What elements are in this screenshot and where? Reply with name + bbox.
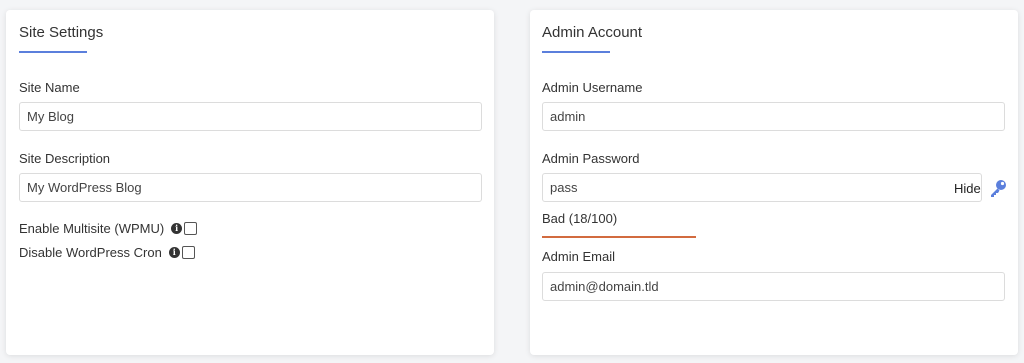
site-name-label: Site Name [19,80,80,95]
enable-multisite-label: Enable Multisite (WPMU) [19,220,165,236]
site-description-input[interactable] [19,173,482,202]
info-icon[interactable]: i [171,222,183,234]
enable-multisite-row: Enable Multisite (WPMU) i [19,220,198,236]
admin-password-label: Admin Password [542,151,640,166]
key-icon[interactable] [988,178,1008,198]
admin-email-label: Admin Email [542,249,615,264]
admin-username-label: Admin Username [542,80,643,95]
site-settings-title: Site Settings [19,24,104,41]
site-settings-title-underline [19,51,87,53]
password-strength-bar [542,236,696,238]
password-strength-text: Bad (18/100) [542,211,618,226]
admin-account-panel: Admin Account Admin Username Admin Passw… [530,10,1018,355]
site-settings-panel: Site Settings Site Name Site Description… [6,10,494,355]
info-icon[interactable]: i [168,246,180,258]
disable-cron-checkbox[interactable] [181,245,195,259]
admin-username-input[interactable] [542,102,1005,131]
admin-email-input[interactable] [542,272,1005,301]
admin-account-title: Admin Account [542,24,643,41]
hide-password-button[interactable]: Hide [954,181,981,196]
admin-password-input[interactable] [542,173,982,202]
disable-cron-row: Disable WordPress Cron i [19,244,195,260]
enable-multisite-checkbox[interactable] [184,221,198,235]
disable-cron-label: Disable WordPress Cron [19,244,162,260]
site-name-input[interactable] [19,102,482,131]
site-description-label: Site Description [19,151,111,166]
admin-account-title-underline [542,51,610,53]
